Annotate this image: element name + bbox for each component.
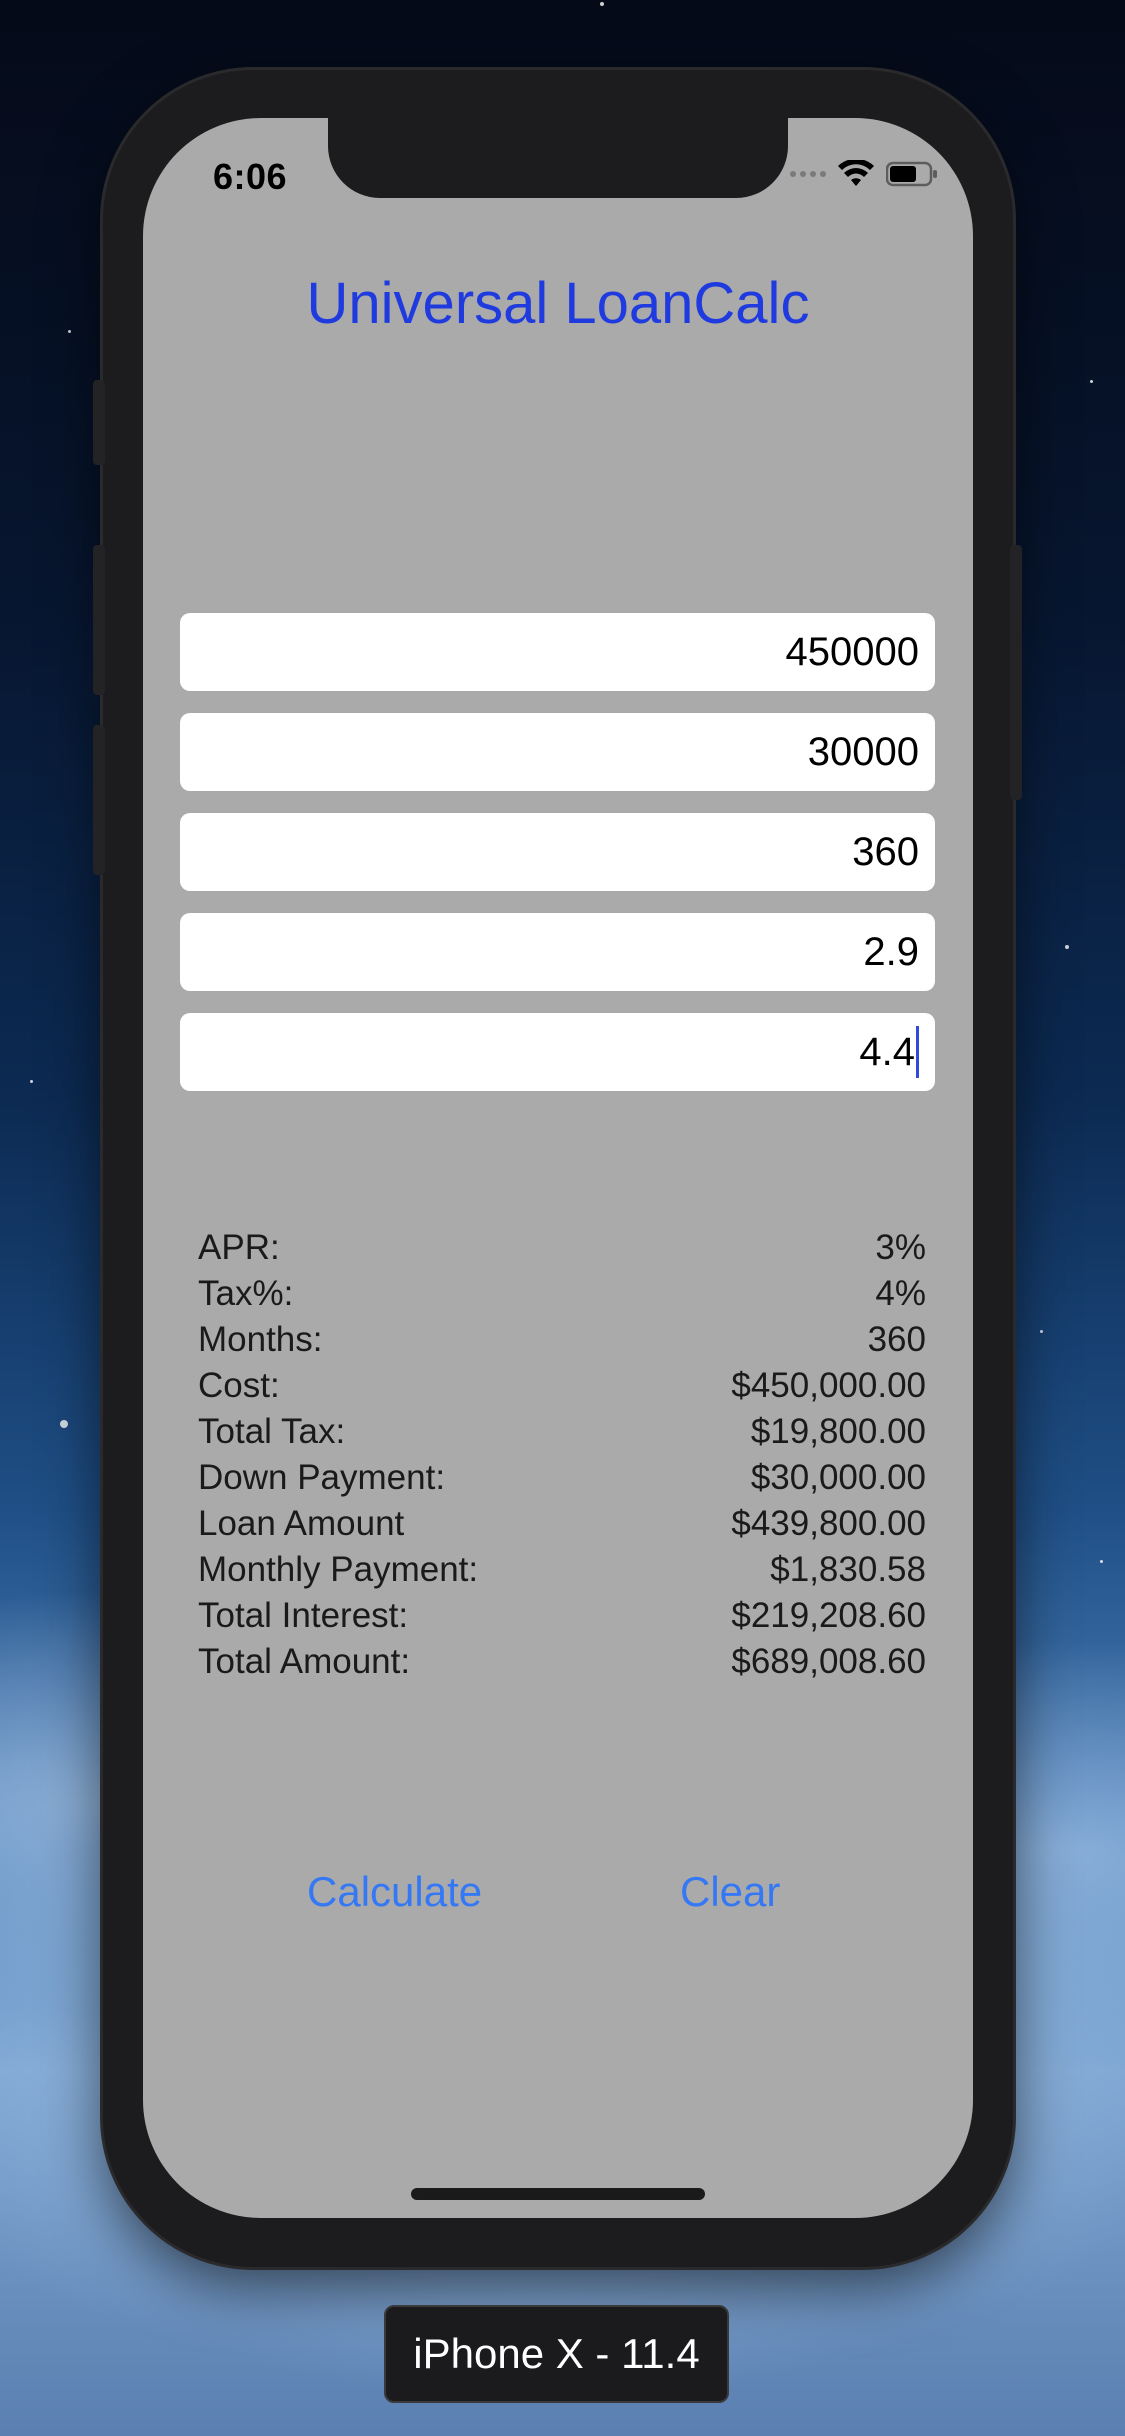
result-row-apr: APR: 3% [198,1225,926,1271]
result-value: $30,000.00 [750,1458,926,1497]
result-label: Loan Amount [198,1504,405,1543]
apr-input-value: 2.9 [863,929,919,974]
star [1040,1330,1043,1333]
app-title: Universal LoanCalc [306,271,810,336]
result-row-down-payment: Down Payment: $30,000.00 [198,1455,926,1501]
result-value: $19,800.00 [750,1412,926,1451]
result-row-months: Months: 360 [198,1317,926,1363]
result-row-total-interest: Total Interest: $219,208.60 [198,1593,926,1639]
result-value: $439,800.00 [731,1504,926,1543]
side-button [1010,545,1022,800]
result-row-cost: Cost: $450,000.00 [198,1363,926,1409]
wifi-icon [838,160,874,186]
result-value: 4% [875,1274,926,1313]
cost-input[interactable]: 450000 [180,613,935,691]
result-row-monthly-payment: Monthly Payment: $1,830.58 [198,1547,926,1593]
star [30,1080,33,1083]
simulator-desktop: 6:06 Universal LoanCalc 450000 30000 360… [0,0,1125,2436]
result-value: $450,000.00 [731,1366,926,1405]
result-row-total-tax: Total Tax: $19,800.00 [198,1409,926,1455]
clear-button[interactable]: Clear [680,1868,780,1916]
simulator-device-label: iPhone X - 11.4 [384,2305,729,2403]
volume-down-button [93,725,105,875]
down-payment-input-value: 30000 [807,729,919,774]
star [60,1420,68,1428]
volume-up-button [93,545,105,695]
battery-icon [886,161,937,187]
result-label: APR: [198,1228,280,1267]
result-value: $219,208.60 [731,1596,926,1635]
result-value: $1,830.58 [770,1550,926,1589]
result-value: 360 [867,1320,926,1359]
months-input[interactable]: 360 [180,813,935,891]
status-icons [790,160,938,188]
result-label: Total Tax: [198,1412,346,1451]
result-label: Total Amount: [198,1642,411,1681]
star [600,2,604,6]
months-input-value: 360 [852,829,919,874]
result-row-total-amount: Total Amount: $689,008.60 [198,1639,926,1685]
result-value: $689,008.60 [731,1642,926,1681]
notch [328,118,788,198]
result-value: 3% [875,1228,926,1267]
result-label: Months: [198,1320,323,1359]
star [68,330,71,333]
result-label: Total Interest: [198,1596,409,1635]
home-indicator[interactable] [411,2188,705,2200]
result-label: Tax%: [198,1274,294,1313]
star [1090,380,1093,383]
status-time: 6:06 [213,156,288,197]
text-cursor [916,1026,919,1078]
down-payment-input[interactable]: 30000 [180,713,935,791]
star [1065,945,1069,949]
result-label: Cost: [198,1366,280,1405]
signal-dots-icon [790,171,826,177]
result-label: Monthly Payment: [198,1550,479,1589]
tax-rate-input-value: 4.4 [859,1029,915,1074]
calculate-button[interactable]: Calculate [307,1868,482,1916]
tax-rate-input[interactable]: 4.4 [180,1013,935,1091]
silent-switch [93,380,105,465]
app-screen: 6:06 Universal LoanCalc 450000 30000 360… [143,118,973,2218]
result-row-tax-percent: Tax%: 4% [198,1271,926,1317]
star [1100,1560,1103,1563]
result-row-loan-amount: Loan Amount $439,800.00 [198,1501,926,1547]
cost-input-value: 450000 [785,629,919,674]
apr-input[interactable]: 2.9 [180,913,935,991]
result-label: Down Payment: [198,1458,446,1497]
